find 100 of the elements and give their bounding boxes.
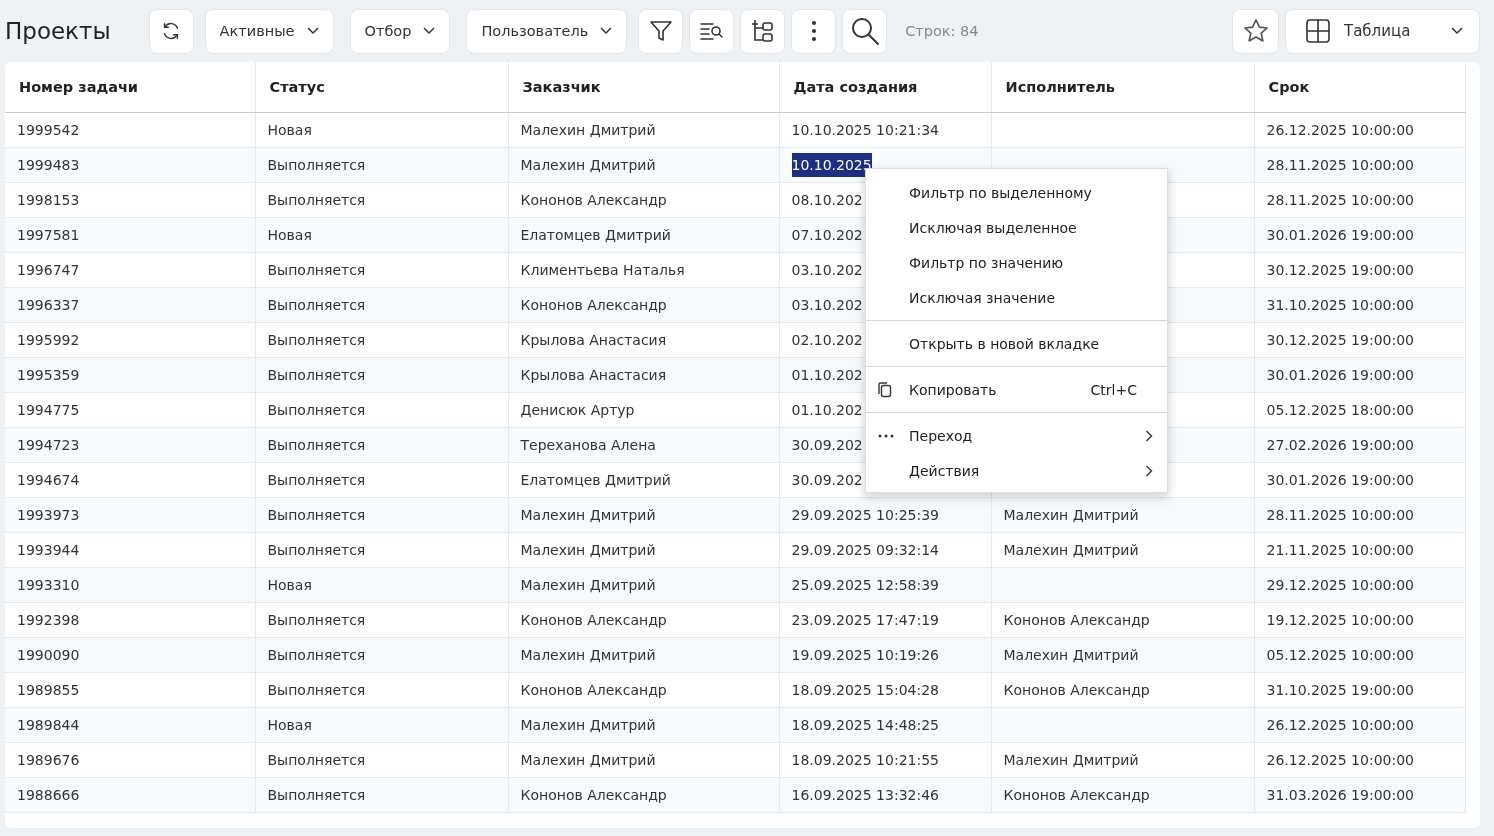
table-cell: 19.12.2025 10:00:00 bbox=[1254, 602, 1465, 638]
table-cell: 28.11.2025 10:00:00 bbox=[1254, 182, 1465, 218]
list-search-button[interactable] bbox=[689, 8, 735, 54]
copy-icon bbox=[878, 381, 892, 398]
table-cell: Малехин Дмитрий bbox=[508, 112, 779, 148]
table-cell: Выполняется bbox=[255, 497, 508, 533]
more-icon bbox=[810, 20, 817, 42]
table-cell: Елатомцев Дмитрий bbox=[508, 217, 779, 253]
table-cell: Кононов Александр bbox=[991, 777, 1254, 813]
favorite-button[interactable] bbox=[1232, 8, 1279, 54]
table-cell: 10.10.2025 10:21:34 bbox=[779, 112, 991, 148]
table-cell: Кононов Александр bbox=[508, 182, 779, 218]
table-cell: 23.09.2025 17:47:19 bbox=[779, 602, 991, 638]
table-cell: Денисюк Артур bbox=[508, 392, 779, 428]
table-cell: 1994674 bbox=[5, 462, 255, 498]
table-cell: Малехин Дмитрий bbox=[508, 707, 779, 743]
menu-label: Переход bbox=[909, 427, 974, 444]
table-cell: Тереханова Алена bbox=[508, 427, 779, 463]
menu-label: Действия bbox=[909, 462, 981, 479]
shortcut-text: Ctrl+C bbox=[1090, 381, 1137, 398]
table-cell: 18.09.2025 14:48:25 bbox=[779, 707, 991, 743]
table-cell: Елатомцев Дмитрий bbox=[508, 462, 779, 498]
caret-icon bbox=[600, 27, 613, 35]
table-cell: 30.12.2025 19:00:00 bbox=[1254, 252, 1465, 288]
column-header[interactable]: Заказчик bbox=[508, 62, 779, 113]
table-cell: Крылова Анастасия bbox=[508, 357, 779, 393]
table-cell: 1995359 bbox=[5, 357, 255, 393]
table-cell: 1993944 bbox=[5, 532, 255, 568]
table-cell: Кононов Александр bbox=[508, 602, 779, 638]
row-count: Строк: 84 bbox=[905, 23, 979, 39]
filter-dropdown[interactable]: Активные bbox=[204, 8, 334, 54]
table-cell: Климентьева Наталья bbox=[508, 252, 779, 288]
table-cell: Кононов Александр bbox=[508, 287, 779, 323]
more-icon bbox=[878, 433, 894, 438]
table-cell: Выполняется bbox=[255, 357, 508, 393]
column-header[interactable]: Номер задачи bbox=[5, 62, 255, 113]
table-cell: 18.09.2025 15:04:28 bbox=[779, 672, 991, 708]
search-button[interactable] bbox=[842, 8, 888, 54]
table-cell: 21.11.2025 10:00:00 bbox=[1254, 532, 1465, 568]
caret-icon bbox=[423, 27, 436, 35]
table-cell: 1989855 bbox=[5, 672, 255, 708]
table-cell: Новая bbox=[255, 112, 508, 148]
refresh-button[interactable] bbox=[148, 8, 194, 54]
table-cell: 29.09.2025 10:25:39 bbox=[779, 497, 991, 533]
table-cell: Новая bbox=[255, 707, 508, 743]
table-cell: Выполняется bbox=[255, 637, 508, 673]
table-cell: Выполняется bbox=[255, 147, 508, 183]
table-cell: Малехин Дмитрий bbox=[508, 742, 779, 778]
table-cell: 1993310 bbox=[5, 567, 255, 603]
caret-icon bbox=[306, 27, 319, 35]
table-cell: 31.10.2025 10:00:00 bbox=[1254, 287, 1465, 323]
caret-icon bbox=[1451, 27, 1463, 35]
search-icon bbox=[849, 16, 880, 46]
table-cell: 1999483 bbox=[5, 147, 255, 183]
table-cell: 1989844 bbox=[5, 707, 255, 743]
table-cell: 26.12.2025 10:00:00 bbox=[1254, 707, 1465, 743]
table-cell: 16.09.2025 13:32:46 bbox=[779, 777, 991, 813]
table-cell: Малехин Дмитрий bbox=[991, 532, 1254, 568]
table-cell: 28.11.2025 10:00:00 bbox=[1254, 497, 1465, 533]
table-cell: Новая bbox=[255, 217, 508, 253]
table-cell: Малехин Дмитрий bbox=[508, 637, 779, 673]
chevron-icon bbox=[1145, 429, 1153, 442]
filter-dropdown[interactable]: Отбор bbox=[349, 8, 451, 54]
table-cell: Малехин Дмитрий bbox=[991, 742, 1254, 778]
table-cell: 30.01.2026 19:00:00 bbox=[1254, 217, 1465, 253]
table-cell: 1992398 bbox=[5, 602, 255, 638]
column-header[interactable]: Исполнитель bbox=[991, 62, 1254, 113]
table-cell: 26.12.2025 10:00:00 bbox=[1254, 742, 1465, 778]
table-cell: 1988666 bbox=[5, 777, 255, 813]
table-cell: 25.09.2025 12:58:39 bbox=[779, 567, 991, 603]
table-cell: 27.02.2026 19:00:00 bbox=[1254, 427, 1465, 463]
grid-icon bbox=[1306, 19, 1330, 43]
table-cell: 31.03.2026 19:00:00 bbox=[1254, 777, 1465, 813]
table-cell: 31.10.2025 19:00:00 bbox=[1254, 672, 1465, 708]
table-cell: Малехин Дмитрий bbox=[508, 567, 779, 603]
list-search-icon bbox=[698, 20, 725, 42]
table-cell: Новая bbox=[255, 567, 508, 603]
filter-button[interactable] bbox=[638, 8, 684, 54]
tree-button[interactable] bbox=[740, 8, 786, 54]
table-cell: Выполняется bbox=[255, 777, 508, 813]
table-cell: 29.12.2025 10:00:00 bbox=[1254, 567, 1465, 603]
table-cell: Крылова Анастасия bbox=[508, 322, 779, 358]
table-cell: Выполняется bbox=[255, 742, 508, 778]
selected-text: 10.10.2025 bbox=[791, 153, 872, 177]
view-dropdown[interactable]: Таблица bbox=[1285, 8, 1480, 54]
table-cell: Выполняется bbox=[255, 427, 508, 463]
column-header[interactable]: Дата создания bbox=[779, 62, 991, 113]
filter-dropdown[interactable]: Пользователь bbox=[466, 8, 628, 54]
column-header[interactable]: Статус bbox=[255, 62, 508, 113]
column-header[interactable]: Срок bbox=[1254, 62, 1465, 113]
table-cell: 30.12.2025 19:00:00 bbox=[1254, 322, 1465, 358]
table-cell: 05.12.2025 10:00:00 bbox=[1254, 637, 1465, 673]
table-cell: Малехин Дмитрий bbox=[508, 532, 779, 568]
table-cell: 1999542 bbox=[5, 112, 255, 148]
table-cell: 19.09.2025 10:19:26 bbox=[779, 637, 991, 673]
table-cell: Малехин Дмитрий bbox=[508, 147, 779, 183]
table-cell: Кононов Александр bbox=[508, 672, 779, 708]
table-cell: Выполняется bbox=[255, 532, 508, 568]
table-cell: 1994775 bbox=[5, 392, 255, 428]
table-cell: Выполняется bbox=[255, 252, 508, 288]
